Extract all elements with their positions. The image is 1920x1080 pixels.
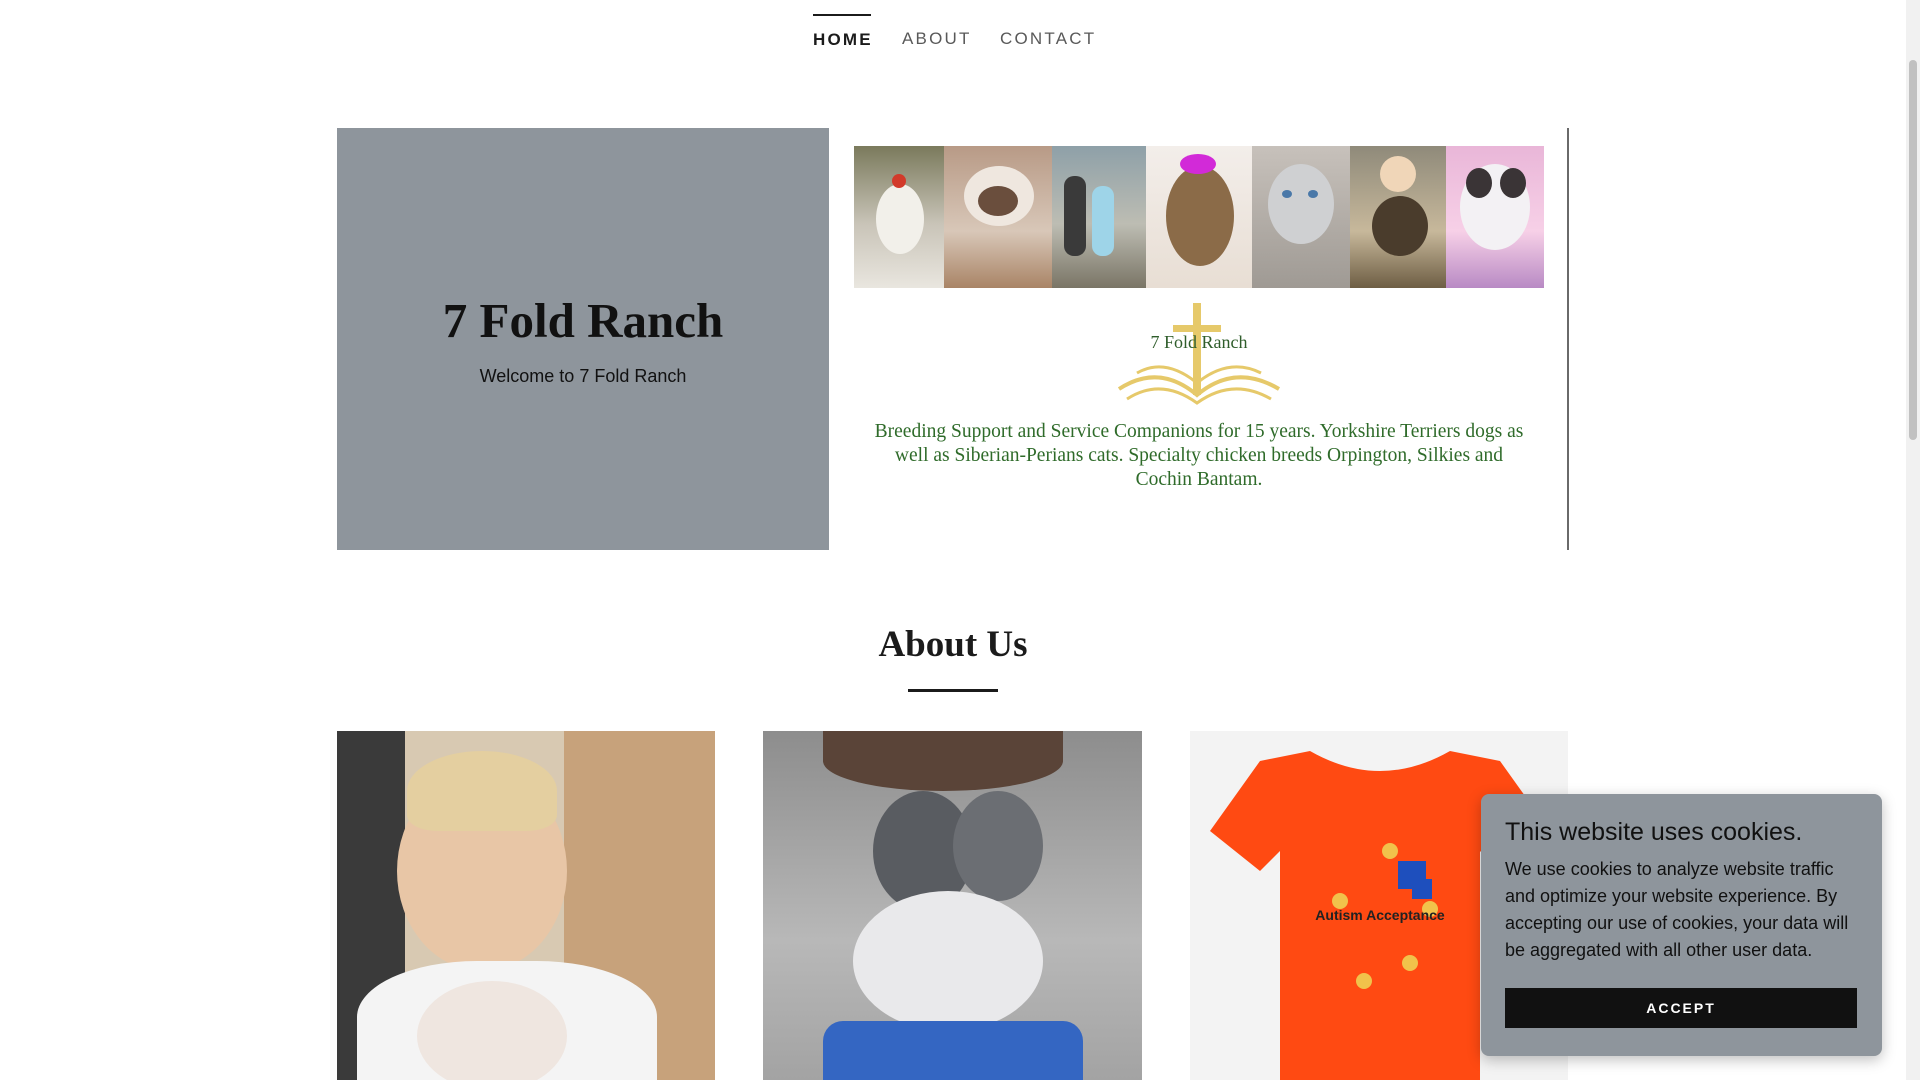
hero-subtitle: Welcome to 7 Fold Ranch <box>479 366 687 386</box>
nav-home[interactable]: HOME <box>813 14 871 50</box>
kitten-photo-2 <box>1252 146 1350 288</box>
cookie-title: This website uses cookies. <box>1505 818 1803 846</box>
tshirt-text: Autism Acceptance <box>1315 907 1445 923</box>
hero-panel: 7 Fold Ranch Welcome to 7 Fold Ranch <box>337 128 829 550</box>
about-title: About Us <box>878 624 1028 665</box>
hero-title: 7 Fold Ranch <box>442 293 724 348</box>
top-navigation: HOME ABOUT CONTACT <box>0 0 1920 80</box>
scrollbar-thumb[interactable] <box>1909 60 1917 440</box>
nav-contact[interactable]: CONTACT <box>1000 14 1096 50</box>
yorkie-photo <box>1146 146 1252 288</box>
kitten-photo-1 <box>944 146 1052 288</box>
scrollbar[interactable] <box>1906 0 1920 1080</box>
family-photo <box>1052 146 1146 288</box>
about-image-girl-kitten <box>337 731 715 1080</box>
rooster-photo <box>854 146 944 288</box>
nav-about[interactable]: ABOUT <box>902 14 972 50</box>
section-divider <box>908 689 998 692</box>
photo-collage <box>854 146 1544 288</box>
logo-text: 7 Fold Ranch <box>1150 332 1248 352</box>
puppy-photo <box>1446 146 1544 288</box>
cookie-text: We use cookies to analyze website traffi… <box>1505 859 1849 960</box>
accept-button[interactable]: ACCEPT <box>1505 988 1857 1028</box>
ranch-logo-cross-icon <box>1117 303 1281 405</box>
banner-description: Breeding Support and Service Companions … <box>874 421 1524 490</box>
hero-banner-image: 7 Fold Ranch Breeding Support and Servic… <box>829 128 1569 550</box>
about-image-kittens <box>763 731 1142 1080</box>
cookie-banner: This website uses cookies. We use cookie… <box>1481 794 1882 1056</box>
girl-chicken-photo <box>1350 146 1446 288</box>
